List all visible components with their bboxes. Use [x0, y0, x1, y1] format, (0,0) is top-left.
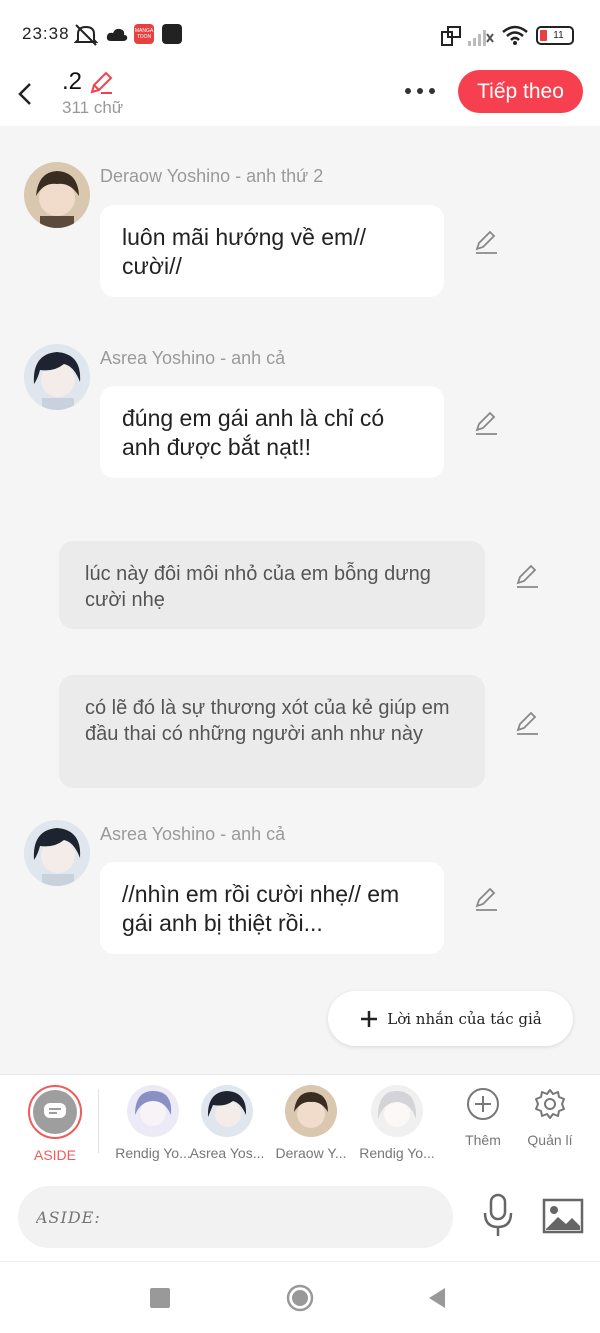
input-area	[0, 1172, 600, 1262]
message-bubble[interactable]: //nhìn em rồi cười nhẹ// em gái anh bị t…	[100, 862, 444, 954]
character-rendig-2[interactable]: Rendig Yo...	[352, 1085, 442, 1161]
narration-bubble[interactable]: có lẽ đó là sự thương xót của kẻ giúp em…	[59, 675, 485, 788]
cloud-icon	[106, 28, 128, 41]
more-options-button[interactable]	[398, 78, 442, 104]
manage-label: Quản lí	[527, 1132, 573, 1148]
back-nav-button[interactable]	[427, 1287, 447, 1309]
edit-message-icon[interactable]	[473, 410, 499, 436]
character-label: ASIDE	[33, 1147, 76, 1163]
battery-icon: 11	[536, 26, 574, 45]
edit-message-icon[interactable]	[473, 229, 499, 255]
recents-button[interactable]	[150, 1288, 170, 1308]
add-character-button[interactable]: Thêm	[453, 1087, 513, 1148]
aside-text-input[interactable]	[18, 1186, 453, 1248]
divider	[98, 1089, 99, 1153]
back-button[interactable]	[10, 74, 40, 114]
character-bar: ASIDE Rendig Yo... Asrea Yos... Deraow Y…	[0, 1074, 600, 1172]
app-icon	[162, 24, 182, 44]
character-deraow[interactable]: Deraow Y...	[266, 1085, 356, 1161]
avatar-rendig-2	[371, 1085, 423, 1137]
character-label: Asrea Yos...	[189, 1145, 265, 1161]
author-note-label: Lời nhắn của tác giả	[387, 1009, 542, 1028]
wifi-icon	[502, 25, 528, 45]
edit-message-icon[interactable]	[514, 563, 540, 589]
dot-icon	[417, 88, 423, 94]
editor-header: .2 311 chữ Tiếp theo	[0, 68, 600, 126]
mangatoon-label: MANGA TOON	[134, 28, 154, 40]
message-sender: Asrea Yoshino - anh cả	[100, 824, 286, 844]
avatar-asrea[interactable]	[24, 820, 90, 886]
chapter-title[interactable]: .2	[62, 68, 82, 96]
character-label: Deraow Y...	[275, 1145, 347, 1161]
message-bubble[interactable]: luôn mãi hướng về em// cười//	[100, 205, 444, 297]
author-note-button[interactable]: Lời nhắn của tác giả	[328, 991, 573, 1046]
plus-icon	[361, 1010, 378, 1027]
avatar-deraow	[285, 1085, 337, 1137]
next-button[interactable]: Tiếp theo	[458, 70, 583, 113]
signal-icon	[468, 30, 494, 46]
avatar-deraow[interactable]	[24, 162, 90, 228]
back-arrow-icon	[18, 83, 31, 105]
mute-icon	[73, 24, 99, 46]
dot-icon	[429, 88, 435, 94]
edit-message-icon[interactable]	[473, 886, 499, 912]
add-circle-icon	[467, 1088, 499, 1120]
mangatoon-icon: MANGA TOON	[134, 24, 154, 44]
screen-rotate-icon	[441, 26, 461, 46]
character-label: Rendig Yo...	[359, 1145, 435, 1161]
character-asrea[interactable]: Asrea Yos...	[182, 1085, 272, 1161]
chat-bubble-icon	[44, 1103, 66, 1118]
system-nav-bar	[0, 1262, 600, 1333]
image-icon[interactable]	[542, 1196, 584, 1236]
edit-message-icon[interactable]	[514, 710, 540, 736]
avatar-asrea[interactable]	[24, 344, 90, 410]
message-sender: Deraow Yoshino - anh thứ 2	[100, 166, 324, 186]
add-label: Thêm	[465, 1132, 501, 1148]
status-time: 23:38	[22, 24, 70, 43]
word-count: 311 chữ	[62, 98, 124, 117]
message-sender: Asrea Yoshino - anh cả	[100, 348, 286, 368]
microphone-icon[interactable]	[478, 1192, 518, 1240]
gear-icon	[535, 1089, 565, 1119]
dot-icon	[405, 88, 411, 94]
status-bar: 23:38 MANGA TOON 11	[0, 0, 600, 68]
edit-title-icon[interactable]	[88, 70, 114, 96]
manage-characters-button[interactable]: Quản lí	[520, 1087, 580, 1148]
avatar-rendig	[127, 1085, 179, 1137]
message-bubble[interactable]: đúng em gái anh là chỉ có anh được bắt n…	[100, 386, 444, 478]
home-button[interactable]	[286, 1284, 314, 1312]
avatar-asrea	[201, 1085, 253, 1137]
aside-avatar	[28, 1085, 82, 1139]
chat-area[interactable]: Deraow Yoshino - anh thứ 2 luôn mãi hướn…	[0, 126, 600, 1074]
narration-bubble[interactable]: lúc này đôi môi nhỏ của em bỗng dưng cườ…	[59, 541, 485, 629]
character-aside[interactable]: ASIDE	[10, 1085, 100, 1163]
